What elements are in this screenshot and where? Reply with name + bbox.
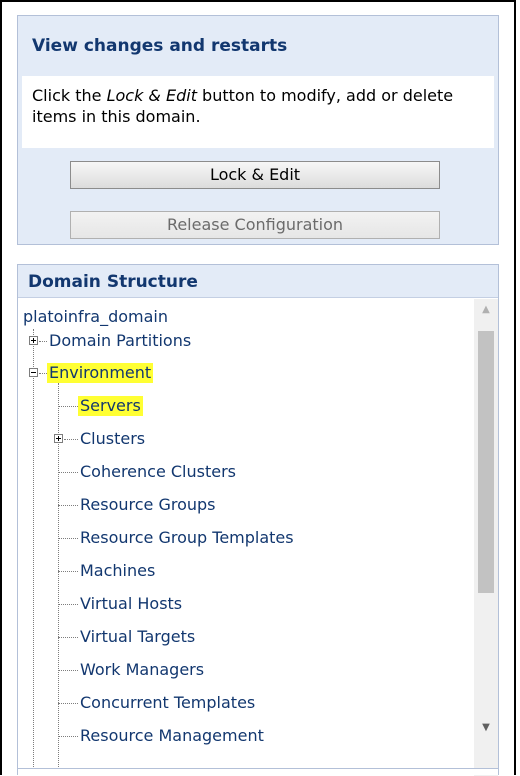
tree-item-environment[interactable]: Environment: [47, 363, 154, 383]
tree-connector: [58, 703, 78, 704]
tree-item-domain-partitions[interactable]: Domain Partitions: [47, 331, 193, 351]
change-center-title: View changes and restarts: [32, 36, 288, 56]
tree-item-virtual-hosts[interactable]: Virtual Hosts: [78, 594, 184, 614]
tree-connector: [58, 604, 78, 605]
tree-connector: [58, 538, 78, 539]
desc-text-emphasis: Lock & Edit: [106, 86, 197, 105]
triangle-down-icon[interactable]: ▼: [474, 717, 498, 739]
tree-item-coherence-clusters[interactable]: Coherence Clusters: [78, 462, 238, 482]
tree-connector: [39, 341, 47, 342]
tree-item-virtual-targets[interactable]: Virtual Targets: [78, 627, 197, 647]
tree-root-domain[interactable]: platoinfra_domain: [21, 307, 170, 327]
plus-box-icon[interactable]: [29, 336, 38, 345]
change-center-description: Click the Lock & Edit button to modify, …: [22, 76, 494, 148]
triangle-up-icon[interactable]: ▲: [474, 299, 498, 321]
tree-connector: [64, 439, 78, 440]
tree-connector: [33, 329, 34, 776]
tree-item-resource-management[interactable]: Resource Management: [78, 726, 266, 746]
domain-tree: platoinfra_domain Domain Partitions Envi…: [18, 299, 473, 776]
tree-item-resource-group-templates[interactable]: Resource Group Templates: [78, 528, 296, 548]
plus-box-icon[interactable]: [54, 434, 63, 443]
lock-edit-button[interactable]: Lock & Edit: [70, 161, 440, 189]
tree-connector: [58, 571, 78, 572]
tree-item-work-managers[interactable]: Work Managers: [78, 660, 206, 680]
tree-item-servers[interactable]: Servers: [78, 396, 143, 416]
tree-item-resource-groups[interactable]: Resource Groups: [78, 495, 218, 515]
tree-connector: [58, 472, 78, 473]
desc-text-start: Click the: [32, 86, 107, 105]
tree-item-concurrent-templates[interactable]: Concurrent Templates: [78, 693, 257, 713]
tree-connector: [58, 637, 78, 638]
domain-structure-title: Domain Structure: [18, 265, 498, 298]
domain-structure-panel: Domain Structure platoinfra_domain Domai…: [17, 264, 499, 776]
tree-item-clusters[interactable]: Clusters: [78, 429, 147, 449]
tree-scrollbar[interactable]: ▲ ▼: [474, 299, 498, 776]
tree-item-machines[interactable]: Machines: [78, 561, 157, 581]
tree-connector: [58, 505, 78, 506]
tree-connector: [58, 736, 78, 737]
change-center-panel: View changes and restarts Click the Lock…: [17, 15, 499, 245]
scrollbar-thumb[interactable]: [478, 331, 494, 593]
tree-connector: [39, 373, 47, 374]
minus-box-icon[interactable]: [29, 368, 38, 377]
tree-connector: [58, 406, 78, 407]
release-configuration-button[interactable]: Release Configuration: [70, 211, 440, 239]
next-panel-edge: [17, 768, 499, 775]
tree-connector: [58, 670, 78, 671]
